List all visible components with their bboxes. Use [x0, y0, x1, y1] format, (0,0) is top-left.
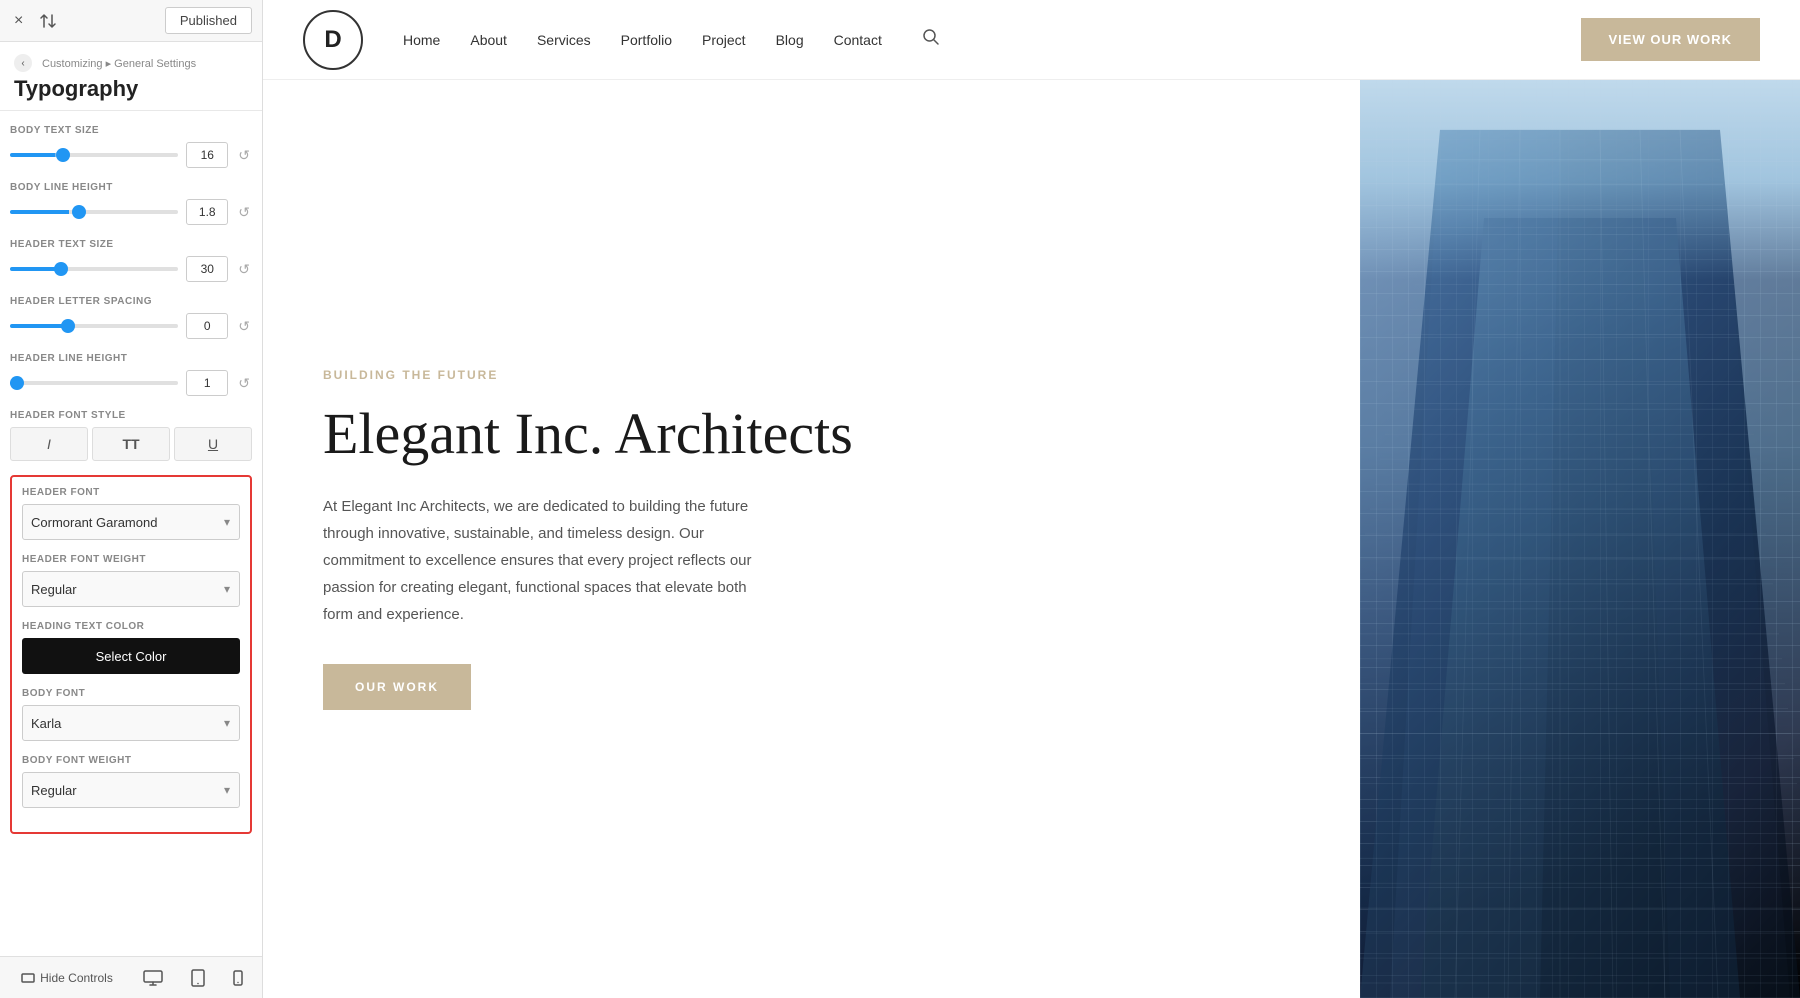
- header-text-size-reset[interactable]: ↺: [236, 259, 252, 280]
- highlighted-section: HEADER FONT Cormorant Garamond Playfair …: [10, 475, 252, 834]
- body-font-label: BODY FONT: [22, 688, 240, 699]
- site-logo: D: [303, 10, 363, 70]
- hide-controls-button[interactable]: Hide Controls: [13, 967, 121, 989]
- header-line-height-label: HEADER LINE HEIGHT: [10, 353, 252, 364]
- header-line-height-group: HEADER LINE HEIGHT 1 ↺: [10, 353, 252, 396]
- italic-button[interactable]: I: [10, 427, 88, 461]
- body-font-select[interactable]: Karla Open Sans Lato Roboto: [22, 705, 240, 741]
- nav-services[interactable]: Services: [537, 32, 591, 48]
- body-text-size-value: 16: [186, 142, 228, 168]
- body-text-size-slider[interactable]: [10, 153, 178, 157]
- top-bar-icons: ×: [10, 8, 61, 34]
- body-line-height-slider[interactable]: [10, 210, 178, 214]
- building-image: [1360, 80, 1800, 998]
- tablet-view-button[interactable]: [185, 965, 211, 991]
- header-text-size-label: HEADER TEXT SIZE: [10, 239, 252, 250]
- nav-blog[interactable]: Blog: [776, 32, 804, 48]
- mobile-view-button[interactable]: [227, 966, 249, 990]
- header-font-style-label: HEADER FONT STYLE: [10, 410, 252, 421]
- header-line-height-reset[interactable]: ↺: [236, 373, 252, 394]
- page-title: Typography: [14, 76, 248, 102]
- body-font-weight-select-wrapper: Regular Bold Light Medium: [22, 772, 240, 808]
- body-line-height-label: BODY LINE HEIGHT: [10, 182, 252, 193]
- header-text-size-slider[interactable]: [10, 267, 178, 271]
- body-line-height-group: BODY LINE HEIGHT 1.8 ↺: [10, 182, 252, 225]
- header-letter-spacing-group: HEADER LETTER SPACING 0 ↺: [10, 296, 252, 339]
- hide-controls-label: Hide Controls: [40, 971, 113, 985]
- header-text-size-group: HEADER TEXT SIZE 30 ↺: [10, 239, 252, 282]
- body-font-weight-select[interactable]: Regular Bold Light Medium: [22, 772, 240, 808]
- body-font-weight-label: BODY FONT WEIGHT: [22, 755, 240, 766]
- hero-left: BUILDING THE FUTURE Elegant Inc. Archite…: [263, 80, 1360, 998]
- header-line-height-value: 1: [186, 370, 228, 396]
- header-letter-spacing-value: 0: [186, 313, 228, 339]
- customizer-panel: × Published ‹ Customizing ▸ General Sett…: [0, 0, 263, 998]
- header-font-style-group: HEADER FONT STYLE I TT U: [10, 410, 252, 461]
- font-style-row: I TT U: [10, 427, 252, 461]
- our-work-button[interactable]: OUR WORK: [323, 664, 471, 710]
- header-letter-spacing-label: HEADER LETTER SPACING: [10, 296, 252, 307]
- heading-text-color-label: HEADING TEXT COLOR: [22, 621, 240, 632]
- site-body: BUILDING THE FUTURE Elegant Inc. Archite…: [263, 80, 1800, 998]
- header-font-label: HEADER FONT: [22, 487, 240, 498]
- color-select-button[interactable]: Select Color: [22, 638, 240, 674]
- body-font-weight-group: BODY FONT WEIGHT Regular Bold Light Medi…: [22, 755, 240, 808]
- header-font-group: HEADER FONT Cormorant Garamond Playfair …: [22, 487, 240, 540]
- back-button[interactable]: ‹: [14, 54, 32, 72]
- body-line-height-reset[interactable]: ↺: [236, 202, 252, 223]
- heading-text-color-group: HEADING TEXT COLOR Select Color: [22, 621, 240, 674]
- header-font-weight-label: HEADER FONT WEIGHT: [22, 554, 240, 565]
- search-icon[interactable]: [922, 28, 940, 51]
- uppercase-button[interactable]: TT: [92, 427, 170, 461]
- hero-tagline: BUILDING THE FUTURE: [323, 368, 1300, 382]
- header-font-weight-select[interactable]: Regular Bold Light Medium: [22, 571, 240, 607]
- header-text-size-value: 30: [186, 256, 228, 282]
- desktop-view-button[interactable]: [137, 966, 169, 990]
- body-line-height-value: 1.8: [186, 199, 228, 225]
- body-text-size-group: BODY TEXT SIZE 16 ↺: [10, 125, 252, 168]
- close-button[interactable]: ×: [10, 8, 27, 34]
- nav-about[interactable]: About: [470, 32, 507, 48]
- hero-right: [1360, 80, 1800, 998]
- breadcrumb: ‹ Customizing ▸ General Settings: [14, 54, 248, 72]
- site-nav: D Home About Services Portfolio Project …: [263, 0, 1800, 80]
- breadcrumb-area: ‹ Customizing ▸ General Settings Typogra…: [0, 42, 262, 111]
- nav-home[interactable]: Home: [403, 32, 440, 48]
- swap-button[interactable]: [35, 8, 61, 34]
- hero-description: At Elegant Inc Architects, we are dedica…: [323, 493, 763, 628]
- top-bar: × Published: [0, 0, 262, 42]
- site-menu: Home About Services Portfolio Project Bl…: [403, 28, 1581, 51]
- body-text-size-reset[interactable]: ↺: [236, 145, 252, 166]
- bottom-bar: Hide Controls: [0, 956, 262, 998]
- published-button[interactable]: Published: [165, 7, 252, 34]
- site-preview: D Home About Services Portfolio Project …: [263, 0, 1800, 998]
- hero-title: Elegant Inc. Architects: [323, 402, 1300, 466]
- header-font-select-wrapper: Cormorant Garamond Playfair Display Geor…: [22, 504, 240, 540]
- controls-area: BODY TEXT SIZE 16 ↺ BODY LINE HEIGHT 1.8…: [0, 111, 262, 956]
- header-font-weight-select-wrapper: Regular Bold Light Medium: [22, 571, 240, 607]
- header-font-weight-group: HEADER FONT WEIGHT Regular Bold Light Me…: [22, 554, 240, 607]
- breadcrumb-path: Customizing ▸ General Settings: [42, 57, 196, 70]
- header-line-height-slider[interactable]: [10, 381, 178, 385]
- header-letter-spacing-slider[interactable]: [10, 324, 178, 328]
- nav-contact[interactable]: Contact: [834, 32, 882, 48]
- body-text-size-label: BODY TEXT SIZE: [10, 125, 252, 136]
- body-font-group: BODY FONT Karla Open Sans Lato Roboto: [22, 688, 240, 741]
- header-font-select[interactable]: Cormorant Garamond Playfair Display Geor…: [22, 504, 240, 540]
- nav-project[interactable]: Project: [702, 32, 746, 48]
- view-work-button[interactable]: VIEW OUR WORK: [1581, 18, 1761, 61]
- body-font-select-wrapper: Karla Open Sans Lato Roboto: [22, 705, 240, 741]
- nav-portfolio[interactable]: Portfolio: [621, 32, 672, 48]
- underline-button[interactable]: U: [174, 427, 252, 461]
- header-letter-spacing-reset[interactable]: ↺: [236, 316, 252, 337]
